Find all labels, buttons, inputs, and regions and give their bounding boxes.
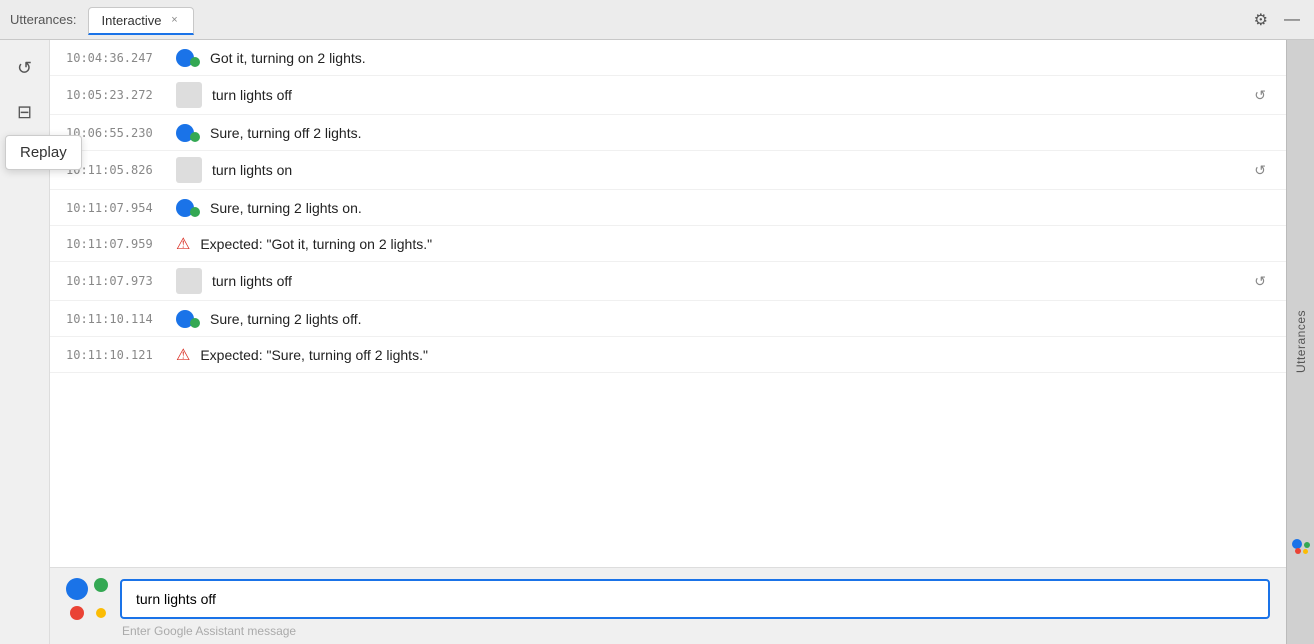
tab-interactive[interactable]: Interactive × <box>88 7 194 35</box>
assistant-avatar <box>176 199 200 217</box>
timestamp: 10:11:10.114 <box>66 312 166 326</box>
timestamp: 10:11:07.954 <box>66 201 166 215</box>
left-toolbar: ↺ ⊟ ↩ Replay <box>0 40 50 644</box>
input-row <box>66 578 1270 620</box>
minimize-button[interactable]: — <box>1280 7 1304 33</box>
replay-toolbar-icon: ↺ <box>17 58 32 79</box>
sidebar-logo-yellow <box>1303 549 1308 554</box>
utterance-row: 10:11:07.954 Sure, turning 2 lights on. <box>50 190 1286 226</box>
gear-button[interactable]: ⚙ <box>1250 6 1272 34</box>
timestamp: 10:11:07.959 <box>66 237 166 251</box>
replay-icon[interactable]: ↺ <box>1250 271 1270 292</box>
utterance-text: Sure, turning 2 lights on. <box>210 200 1270 216</box>
main-content: ↺ ⊟ ↩ Replay 10:04:36.247 <box>0 40 1314 644</box>
message-input[interactable] <box>120 579 1270 619</box>
assistant-avatar <box>176 49 200 67</box>
avatar-dot-green <box>190 207 200 217</box>
utterance-text: Expected: "Got it, turning on 2 lights." <box>200 236 1270 252</box>
utterance-row: 10:11:07.973 turn lights off ↺ <box>50 262 1286 301</box>
timestamp: 10:11:10.121 <box>66 348 166 362</box>
minimize-icon: — <box>1284 11 1300 29</box>
error-icon: ⚠ <box>176 345 190 365</box>
save-toolbar-icon: ⊟ <box>17 102 32 123</box>
title-bar-label: Utterances: <box>10 12 76 27</box>
utterance-row: 10:11:07.959 ⚠ Expected: "Got it, turnin… <box>50 226 1286 262</box>
timestamp: 10:11:07.973 <box>66 274 166 288</box>
gear-icon: ⚙ <box>1254 10 1268 30</box>
utterance-row: 10:06:55.230 Sure, turning off 2 lights. <box>50 115 1286 151</box>
input-area: Enter Google Assistant message <box>50 567 1286 644</box>
utterance-text: turn lights on <box>212 162 1240 178</box>
replay-toolbar-button[interactable]: ↺ <box>7 50 43 86</box>
timestamp: 10:05:23.272 <box>66 88 166 102</box>
sidebar-logo-red <box>1295 548 1301 554</box>
error-icon: ⚠ <box>176 234 190 254</box>
logo-dot-yellow <box>96 608 106 618</box>
assistant-avatar <box>176 310 200 328</box>
app-window: Utterances: Interactive × ⚙ — ↺ ⊟ ↩ <box>0 0 1314 644</box>
user-avatar <box>176 82 202 108</box>
replay-tooltip: Replay <box>5 135 82 170</box>
tab-close-icon[interactable]: × <box>167 13 181 27</box>
replay-icon[interactable]: ↺ <box>1250 160 1270 181</box>
tab-label: Interactive <box>101 13 161 28</box>
utterance-row: 10:11:10.121 ⚠ Expected: "Sure, turning … <box>50 337 1286 373</box>
right-sidebar[interactable]: Utterances <box>1286 40 1314 644</box>
title-bar: Utterances: Interactive × ⚙ — <box>0 0 1314 40</box>
utterance-text: Sure, turning 2 lights off. <box>210 311 1270 327</box>
sidebar-logo <box>1292 539 1310 554</box>
logo-dot-blue <box>66 578 88 600</box>
utterance-row: 10:11:05.826 turn lights on ↺ <box>50 151 1286 190</box>
assistant-avatar <box>176 124 200 142</box>
timestamp: 10:04:36.247 <box>66 51 166 65</box>
assistant-logo <box>66 578 108 620</box>
utterance-row: 10:04:36.247 Got it, turning on 2 lights… <box>50 40 1286 76</box>
input-hint: Enter Google Assistant message <box>66 624 1270 638</box>
utterance-row: 10:11:10.114 Sure, turning 2 lights off. <box>50 301 1286 337</box>
avatar-dot-green <box>190 57 200 67</box>
save-toolbar-button[interactable]: ⊟ <box>7 94 43 130</box>
replay-icon[interactable]: ↺ <box>1250 85 1270 106</box>
utterance-text: Expected: "Sure, turning off 2 lights." <box>200 347 1270 363</box>
sidebar-tab-label[interactable]: Utterances <box>1294 300 1308 383</box>
utterance-row: 10:05:23.272 turn lights off ↺ <box>50 76 1286 115</box>
utterance-text: Sure, turning off 2 lights. <box>210 125 1270 141</box>
logo-dot-red <box>70 606 84 620</box>
utterance-text: Got it, turning on 2 lights. <box>210 50 1270 66</box>
utterances-panel: 10:04:36.247 Got it, turning on 2 lights… <box>50 40 1286 644</box>
utterance-text: turn lights off <box>212 273 1240 289</box>
logo-dot-green <box>94 578 108 592</box>
utterance-text: turn lights off <box>212 87 1240 103</box>
avatar-dot-green <box>190 132 200 142</box>
title-bar-actions: ⚙ — <box>1250 6 1304 34</box>
utterances-list: 10:04:36.247 Got it, turning on 2 lights… <box>50 40 1286 567</box>
tooltip-container: Replay <box>5 135 82 170</box>
user-avatar <box>176 157 202 183</box>
avatar-dot-green <box>190 318 200 328</box>
user-avatar <box>176 268 202 294</box>
